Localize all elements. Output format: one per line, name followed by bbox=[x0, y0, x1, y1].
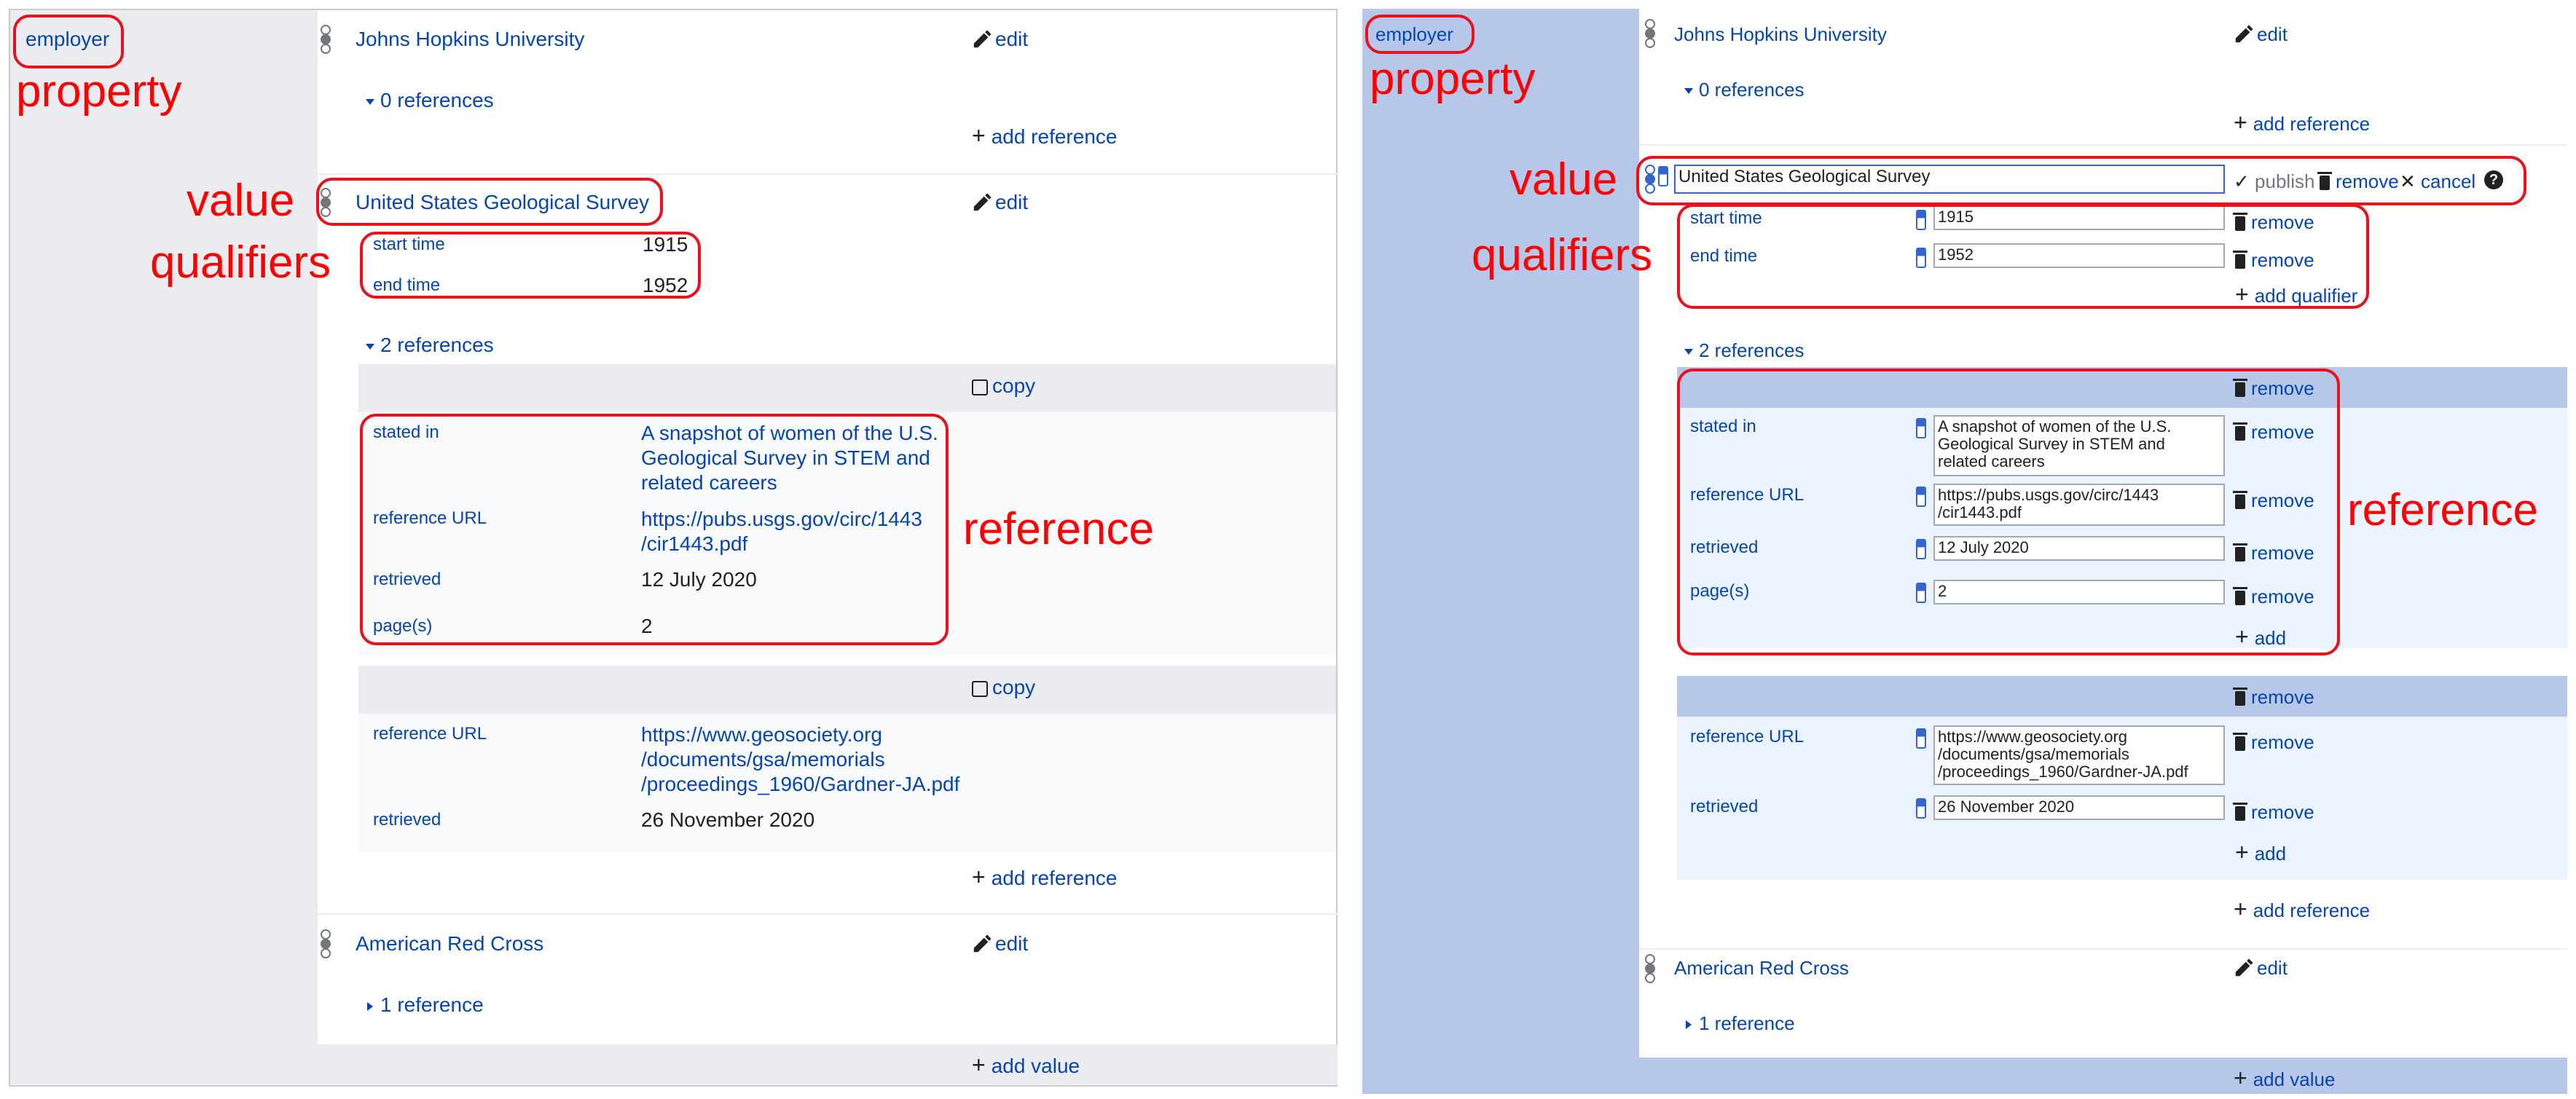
value-highlight bbox=[316, 178, 663, 226]
add-snak-button[interactable]: + add bbox=[2235, 839, 2286, 866]
statement-value-red-cross[interactable]: American Red Cross bbox=[1674, 957, 1849, 980]
chevron-down-icon bbox=[366, 98, 374, 105]
reference-header bbox=[358, 364, 1336, 412]
plus-icon: + bbox=[2234, 896, 2247, 922]
chevron-down-icon bbox=[1684, 88, 1693, 95]
property-highlight bbox=[1365, 15, 1474, 54]
chevron-down-icon bbox=[366, 343, 374, 350]
value-annotation: value bbox=[186, 176, 295, 226]
property-highlight bbox=[13, 15, 124, 68]
value-annotation: value bbox=[1509, 154, 1618, 205]
reference-value-link[interactable]: https://www.geosociety.org /documents/gs… bbox=[641, 722, 959, 797]
statement-divider bbox=[318, 173, 1338, 175]
statement-divider bbox=[1639, 144, 2567, 146]
add-value-bar bbox=[1639, 1057, 2567, 1094]
reference-label[interactable]: retrieved bbox=[1690, 797, 1758, 817]
references-toggle[interactable]: 2 references bbox=[1684, 339, 1805, 362]
add-reference-button[interactable]: + add reference bbox=[2234, 896, 2370, 923]
statement-value-red-cross[interactable]: American Red Cross bbox=[356, 932, 543, 956]
reference-highlight bbox=[360, 414, 949, 645]
chevron-right-icon bbox=[367, 1001, 373, 1011]
reference-annotation: reference bbox=[963, 504, 1154, 554]
add-reference-button[interactable]: + add reference bbox=[2234, 109, 2370, 136]
references-toggle[interactable]: 0 references bbox=[1684, 79, 1805, 101]
remove-button[interactable]: remove bbox=[2233, 731, 2314, 754]
edit-button[interactable]: edit bbox=[2234, 23, 2288, 46]
pencil-icon bbox=[2235, 958, 2253, 977]
statement-divider bbox=[1639, 948, 2567, 950]
plus-icon: + bbox=[972, 122, 986, 149]
statement-value-johns-hopkins[interactable]: Johns Hopkins University bbox=[1674, 23, 1887, 46]
reference-label[interactable]: reference URL bbox=[373, 724, 487, 744]
copy-button[interactable]: copy bbox=[972, 676, 1035, 699]
references-toggle[interactable]: 0 references bbox=[366, 89, 494, 112]
copy-button[interactable]: copy bbox=[972, 374, 1035, 398]
plus-icon: + bbox=[972, 864, 986, 890]
chevron-right-icon bbox=[1686, 1020, 1692, 1030]
reference-value-input[interactable]: https://www.geosociety.org /documents/gs… bbox=[1933, 725, 2225, 785]
property-annotation: property bbox=[16, 66, 182, 117]
reference-value-input[interactable]: 26 November 2020 bbox=[1933, 795, 2225, 820]
references-toggle[interactable]: 1 reference bbox=[367, 993, 484, 1017]
plus-icon: + bbox=[2234, 1065, 2247, 1091]
pencil-icon bbox=[973, 30, 991, 48]
property-annotation: property bbox=[1370, 54, 1536, 104]
pencil-icon bbox=[2235, 25, 2253, 43]
add-value-button[interactable]: + add value bbox=[2234, 1065, 2335, 1092]
rank-selector[interactable] bbox=[321, 25, 331, 54]
edit-button[interactable]: edit bbox=[2234, 957, 2288, 980]
qualifiers-annotation: qualifiers bbox=[1472, 230, 1653, 280]
value-highlight bbox=[1636, 156, 2526, 205]
edit-button[interactable]: edit bbox=[972, 28, 1028, 51]
pencil-icon bbox=[973, 193, 991, 211]
reference-highlight bbox=[1677, 369, 2340, 655]
reference-header bbox=[1677, 676, 2567, 717]
pencil-icon bbox=[973, 934, 991, 953]
add-reference-button[interactable]: + add reference bbox=[972, 864, 1117, 891]
qualifiers-annotation: qualifiers bbox=[150, 237, 331, 288]
reference-value: 26 November 2020 bbox=[641, 808, 815, 831]
copy-icon bbox=[972, 681, 988, 697]
rank-selector[interactable] bbox=[1645, 19, 1655, 48]
chevron-down-icon bbox=[1684, 349, 1693, 355]
reference-label[interactable]: reference URL bbox=[1690, 727, 1804, 747]
references-toggle[interactable]: 2 references bbox=[366, 334, 494, 357]
add-value-bar bbox=[318, 1044, 1338, 1085]
trash-icon bbox=[2233, 803, 2247, 821]
add-value-button[interactable]: + add value bbox=[972, 1052, 1080, 1079]
plus-icon: + bbox=[2235, 839, 2249, 865]
snak-type-selector[interactable] bbox=[1916, 798, 1926, 819]
trash-icon bbox=[2233, 733, 2247, 751]
reference-annotation: reference bbox=[2347, 485, 2538, 535]
statement-divider bbox=[318, 913, 1338, 915]
qualifiers-highlight bbox=[360, 232, 701, 299]
rank-selector[interactable] bbox=[1645, 954, 1655, 983]
remove-button[interactable]: remove bbox=[2233, 801, 2314, 824]
copy-icon bbox=[972, 379, 988, 395]
references-toggle[interactable]: 1 reference bbox=[1686, 1012, 1795, 1035]
left-property-column bbox=[10, 10, 318, 1085]
statement-value-johns-hopkins[interactable]: Johns Hopkins University bbox=[356, 28, 584, 51]
trash-icon bbox=[2233, 688, 2247, 706]
reference-header bbox=[358, 666, 1336, 714]
edit-button[interactable]: edit bbox=[972, 932, 1028, 956]
remove-reference-button[interactable]: remove bbox=[2233, 686, 2314, 709]
snak-type-selector[interactable] bbox=[1916, 728, 1926, 749]
reference-label[interactable]: retrieved bbox=[373, 810, 441, 830]
add-reference-button[interactable]: + add reference bbox=[972, 122, 1117, 149]
plus-icon: + bbox=[972, 1052, 986, 1078]
rank-selector[interactable] bbox=[321, 929, 331, 958]
qualifiers-highlight bbox=[1677, 204, 2369, 309]
edit-button[interactable]: edit bbox=[972, 191, 1028, 214]
plus-icon: + bbox=[2234, 109, 2247, 135]
